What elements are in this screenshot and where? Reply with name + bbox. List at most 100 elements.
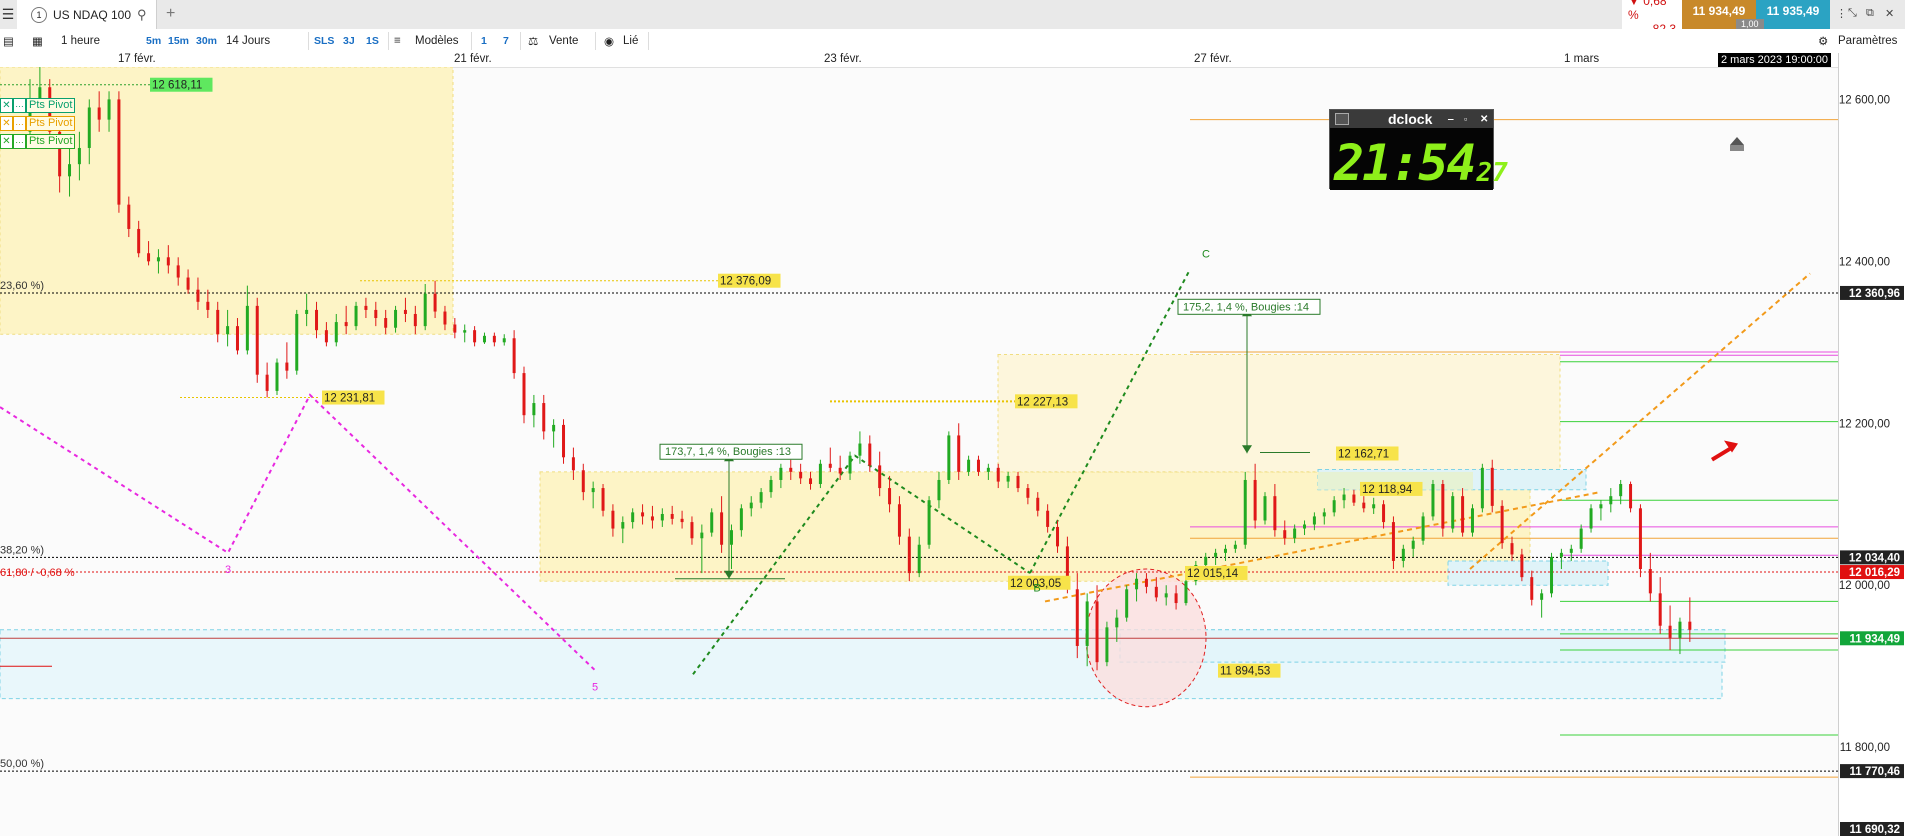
candle-body xyxy=(502,338,506,343)
candle-body xyxy=(1510,543,1514,555)
candle-body xyxy=(1115,617,1119,628)
range-select[interactable]: 14 Jours xyxy=(226,29,270,53)
chart-toolbar: ▤ ▦ 1 heure 5m 15m 30m 14 Jours SLS 3J 1… xyxy=(0,29,1905,54)
close-icon[interactable]: ✕ xyxy=(0,133,13,149)
candle-body xyxy=(700,532,704,539)
minimize-icon[interactable]: ‒ xyxy=(1448,114,1454,125)
more-icon[interactable]: … xyxy=(13,133,26,149)
more-icon[interactable]: … xyxy=(13,115,26,131)
candle-body xyxy=(117,99,121,205)
legend-row[interactable]: ✕ … Pts Pivot xyxy=(0,114,76,132)
candle-body xyxy=(68,164,72,177)
candle-body xyxy=(1362,502,1366,509)
measure-label-text: 173,7, 1,4 %, Bougies :13 xyxy=(665,446,791,458)
legend-row[interactable]: ✕ … Pts Pivot xyxy=(0,132,76,150)
menu-icon[interactable]: ☰ xyxy=(0,0,16,29)
candle xyxy=(562,419,566,464)
price-label: 11 894,53 xyxy=(1218,663,1281,678)
axis-price-tag: 11 690,32 xyxy=(1840,822,1904,836)
candle-body xyxy=(1046,510,1050,527)
candle-body xyxy=(1579,528,1583,549)
candle xyxy=(1589,504,1593,533)
candle-body xyxy=(1283,530,1287,539)
axis-price-tag: 12 360,96 xyxy=(1840,285,1904,300)
btn-1[interactable]: 1 xyxy=(481,29,487,53)
models-button[interactable]: Modèles xyxy=(415,29,458,53)
price-label-text: 12 618,11 xyxy=(152,80,202,92)
candle xyxy=(710,508,714,537)
candle xyxy=(1075,573,1079,659)
candle-body xyxy=(996,467,1000,482)
axis-price-tag: 11 770,46 xyxy=(1840,764,1904,779)
gear-icon[interactable]: ⚙ xyxy=(1818,29,1828,53)
axis-tag-label: 12 016,29 xyxy=(1849,567,1900,579)
close-icon[interactable]: ✕ xyxy=(1480,114,1488,125)
candle-body xyxy=(868,443,872,466)
settings-button[interactable]: Paramètres xyxy=(1838,29,1897,53)
candle xyxy=(1125,585,1129,622)
price-label-text: 12 015,14 xyxy=(1187,568,1239,580)
list-icon[interactable]: ▤ xyxy=(3,29,14,53)
candle-body xyxy=(1401,548,1405,561)
candle-body xyxy=(739,508,743,531)
candle-body xyxy=(1135,578,1139,590)
candle-body xyxy=(779,467,783,480)
candle-body xyxy=(581,470,585,493)
candle-body xyxy=(937,479,941,501)
linked-button[interactable]: Lié xyxy=(623,29,638,53)
search-icon[interactable]: ⚲ xyxy=(137,7,147,23)
candle-body xyxy=(720,512,724,545)
close-icon[interactable]: ✕ xyxy=(1885,7,1894,20)
price-chart[interactable]: 12 600,00 12 400,00 12 200,00 12 000,00 11 8… xyxy=(0,67,1905,836)
dclock-window[interactable]: dclock ‒ ▫ ✕ 21:54 27 xyxy=(1329,109,1508,190)
date-cursor-label: 2 mars 2023 19:00:00 xyxy=(1718,53,1832,67)
tf-15m[interactable]: 15m xyxy=(168,29,189,53)
candle-body xyxy=(1322,512,1326,517)
btn-7[interactable]: 7 xyxy=(503,29,509,53)
price-label-text: 11 894,53 xyxy=(1220,666,1270,678)
layout-icon[interactable]: ▦ xyxy=(32,29,43,53)
pivot-legend: ✕ … Pts Pivot ✕ … Pts Pivot ✕ … Pts Pivo… xyxy=(0,96,76,150)
candle-body xyxy=(878,465,882,489)
price-label: 12 118,94 xyxy=(1360,481,1423,496)
maximize-icon[interactable]: ▫ xyxy=(1464,114,1467,124)
candle-body xyxy=(1016,475,1020,489)
ask-button[interactable]: 11 935,49 xyxy=(1756,0,1830,29)
btn-1s[interactable]: 1S xyxy=(366,29,379,53)
interval-select[interactable]: 1 heure xyxy=(61,29,100,53)
y-tick-label: 12 000,00 xyxy=(1839,580,1890,592)
candle-body xyxy=(423,293,427,327)
candle-body xyxy=(1085,601,1089,646)
candle-body xyxy=(591,488,595,493)
tf-30m[interactable]: 30m xyxy=(196,29,217,53)
candle-body xyxy=(255,305,259,375)
more-icon[interactable]: … xyxy=(13,97,26,113)
add-tab-icon[interactable]: + xyxy=(166,5,175,23)
candle xyxy=(1540,589,1544,618)
popout-icon[interactable]: ⧉ xyxy=(1866,7,1874,20)
btn-3j[interactable]: 3J xyxy=(343,29,355,53)
candle-body xyxy=(1678,621,1682,638)
sell-button[interactable]: Vente xyxy=(549,29,578,53)
eye-icon[interactable]: ◉ xyxy=(604,29,614,53)
candle-body xyxy=(670,513,674,519)
candle-body xyxy=(1253,479,1257,521)
close-icon[interactable]: ✕ xyxy=(0,115,13,131)
legend-row[interactable]: ✕ … Pts Pivot xyxy=(0,96,76,114)
candle-body xyxy=(680,518,684,523)
scale-icon[interactable]: ⚖ xyxy=(528,29,538,53)
candle-body xyxy=(275,362,279,391)
candle-body xyxy=(265,374,269,391)
dclock-titlebar[interactable]: dclock ‒ ▫ ✕ xyxy=(1330,110,1493,128)
candle-body xyxy=(176,265,180,278)
collapse-icon[interactable]: ⤡ xyxy=(1848,7,1857,20)
tf-5m[interactable]: 5m xyxy=(146,29,161,53)
btn-sls[interactable]: SLS xyxy=(314,29,334,53)
tab-us-ndaq-100[interactable]: 1 US NDAQ 100 ⚲ xyxy=(17,0,157,29)
candle xyxy=(542,394,546,440)
close-icon[interactable]: ✕ xyxy=(0,97,13,113)
candle xyxy=(1550,552,1554,598)
sliders-icon[interactable]: ≡ xyxy=(394,29,401,53)
candle-body xyxy=(433,293,437,312)
drag-handle-icon[interactable]: ⋮ xyxy=(1836,7,1847,20)
